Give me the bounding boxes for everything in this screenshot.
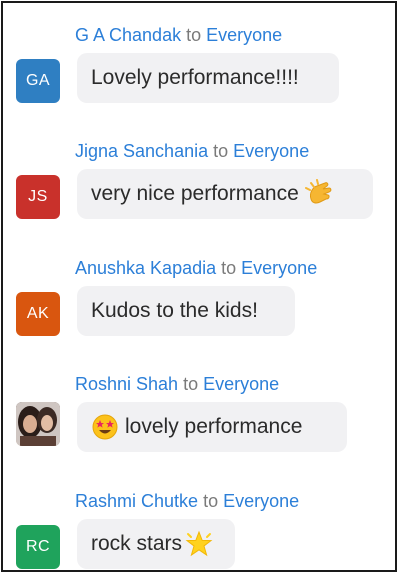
message-text: very nice performance xyxy=(91,182,299,205)
avatar-initials: AK xyxy=(26,305,50,322)
recipient-name[interactable]: Everyone xyxy=(206,25,282,45)
to-label: to xyxy=(213,141,229,161)
avatar-initials: RC xyxy=(25,538,51,555)
chat-message: Roshni Shah to Everyone lovely performan… xyxy=(3,372,395,482)
message-text: Kudos to the kids! xyxy=(91,299,258,322)
to-label: to xyxy=(203,491,219,511)
chat-panel: G A Chandak to Everyone GA Lovely perfor… xyxy=(1,1,397,572)
chat-message: G A Chandak to Everyone GA Lovely perfor… xyxy=(3,23,395,133)
star-icon xyxy=(185,530,213,557)
message-text: lovely performance xyxy=(125,415,303,438)
avatar: JS xyxy=(16,175,60,219)
message-header: Anushka Kapadia to Everyone xyxy=(75,256,317,280)
recipient-name[interactable]: Everyone xyxy=(223,491,299,511)
recipient-name[interactable]: Everyone xyxy=(241,258,317,278)
message-bubble: Lovely performance!!!! xyxy=(77,53,339,103)
avatar: GA xyxy=(16,59,60,103)
sender-name[interactable]: G A Chandak xyxy=(75,25,181,45)
message-header: Jigna Sanchania to Everyone xyxy=(75,139,309,163)
avatar-photo xyxy=(16,402,60,446)
message-header: G A Chandak to Everyone xyxy=(75,23,282,47)
chat-message: Rashmi Chutke to Everyone RC rock stars xyxy=(3,489,395,570)
to-label: to xyxy=(221,258,237,278)
sender-name[interactable]: Anushka Kapadia xyxy=(75,258,216,278)
recipient-name[interactable]: Everyone xyxy=(203,374,279,394)
sender-name[interactable]: Jigna Sanchania xyxy=(75,141,208,161)
sender-name[interactable]: Rashmi Chutke xyxy=(75,491,198,511)
message-bubble: rock stars xyxy=(77,519,235,569)
avatar: RC xyxy=(16,525,60,569)
profile-photo-icon xyxy=(16,402,60,446)
message-text: Lovely performance!!!! xyxy=(91,66,299,89)
message-header: Roshni Shah to Everyone xyxy=(75,372,279,396)
avatar: AK xyxy=(16,292,60,336)
sender-name[interactable]: Roshni Shah xyxy=(75,374,178,394)
star-struck-face-icon xyxy=(92,414,118,440)
to-label: to xyxy=(186,25,202,45)
chat-message: Anushka Kapadia to Everyone AK Kudos to … xyxy=(3,256,395,366)
chat-message: Jigna Sanchania to Everyone JS very nice… xyxy=(3,139,395,249)
recipient-name[interactable]: Everyone xyxy=(233,141,309,161)
clapping-hands-icon xyxy=(304,179,332,204)
message-bubble: Kudos to the kids! xyxy=(77,286,295,336)
message-text: rock stars xyxy=(91,532,183,555)
to-label: to xyxy=(183,374,199,394)
message-bubble: very nice performance xyxy=(77,169,373,219)
message-bubble: lovely performance xyxy=(77,402,347,452)
avatar-initials: JS xyxy=(28,188,48,205)
message-header: Rashmi Chutke to Everyone xyxy=(75,489,299,513)
avatar-initials: GA xyxy=(25,72,51,89)
